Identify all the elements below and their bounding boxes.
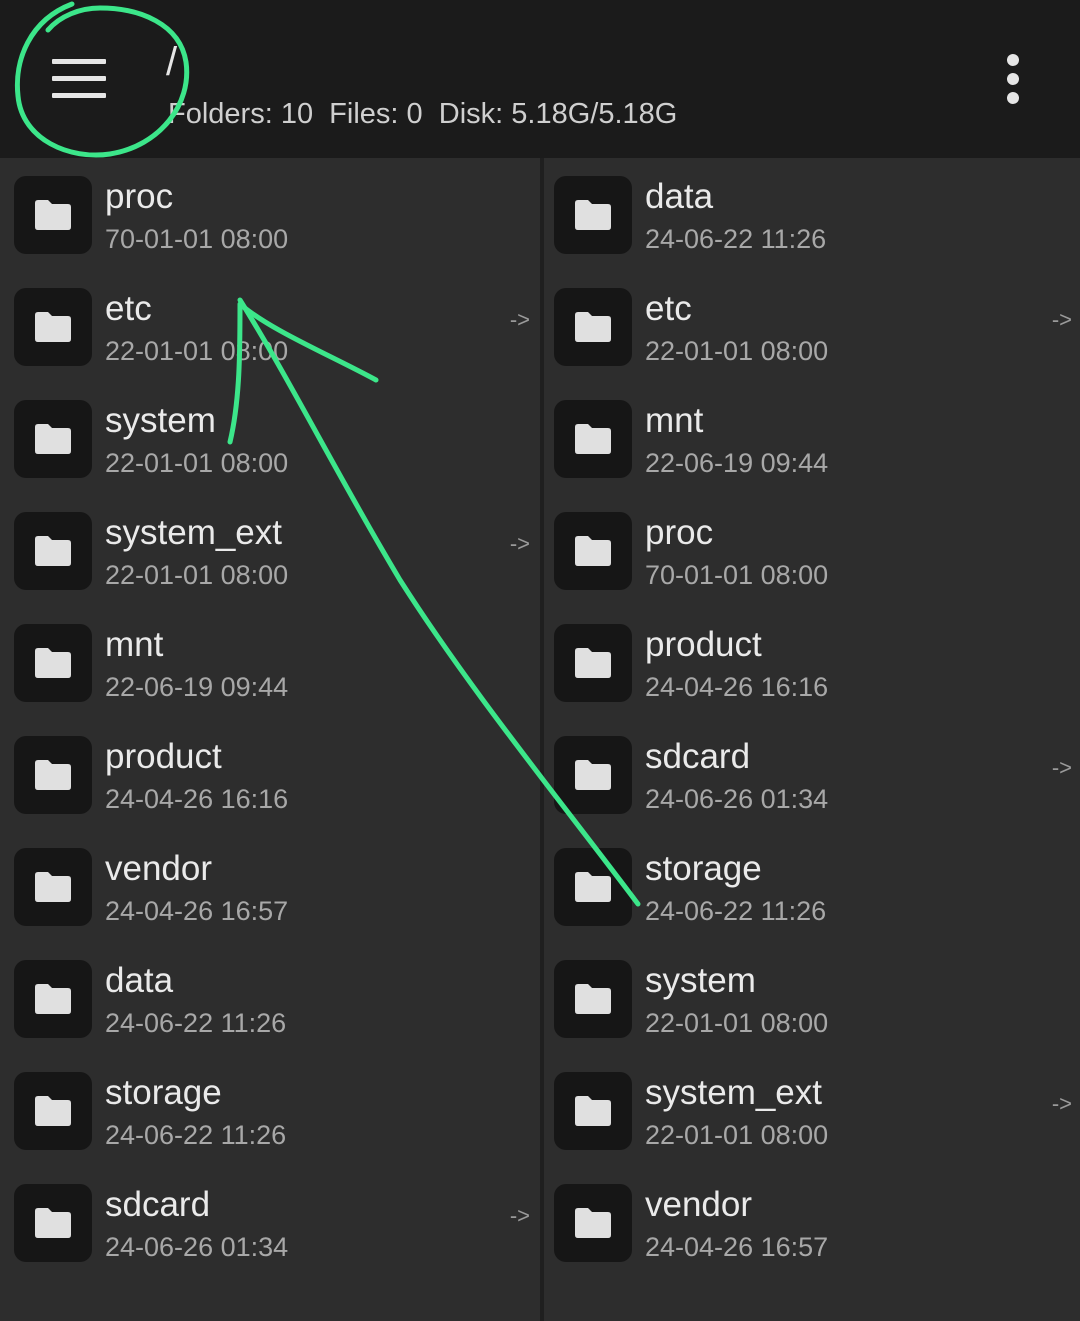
item-date: 24-04-26 16:16 [105,784,289,814]
item-name: system_ext [105,513,282,552]
file-list-item[interactable]: system 22-01-01 08:00 [0,382,540,494]
item-name: system [105,401,216,440]
file-list-item[interactable]: storage 24-06-22 11:26 [0,1054,540,1166]
item-date: 24-06-22 11:26 [105,1008,287,1038]
item-date: 22-01-01 08:00 [645,1120,829,1150]
app-bar: / Folders: 10 Files: 0 Disk: 5.18G/5.18G [0,0,1080,158]
file-list-item[interactable]: etc 22-01-01 08:00 -> [0,270,540,382]
item-name: product [645,625,762,664]
folder-icon [554,512,632,590]
file-list-item[interactable]: system_ext 22-01-01 08:00 -> [544,1054,1080,1166]
folder-icon [554,736,632,814]
item-date: 22-01-01 08:00 [645,336,829,366]
file-list-item[interactable]: proc 70-01-01 08:00 [544,494,1080,606]
folder-icon [14,400,92,478]
folder-icon [554,624,632,702]
item-name: data [105,961,174,1000]
item-date: 24-04-26 16:57 [105,896,289,926]
item-name: system_ext [645,1073,822,1112]
item-name: sdcard [645,737,751,776]
item-date: 24-04-26 16:57 [645,1232,829,1262]
item-name: data [645,177,714,216]
item-name: vendor [645,1185,753,1224]
item-name: vendor [105,849,213,888]
file-list-item[interactable]: data 24-06-22 11:26 [544,158,1080,270]
item-name: etc [645,289,692,328]
hamburger-menu-icon [52,58,106,64]
file-list-item[interactable]: storage 24-06-22 11:26 [544,830,1080,942]
file-list-item[interactable]: sdcard 24-06-26 01:34 -> [0,1166,540,1278]
item-date: 70-01-01 08:00 [105,224,289,254]
symlink-indicator: -> [1051,755,1072,780]
folder-icon [554,400,632,478]
folder-icon [14,736,92,814]
item-date: 24-06-22 11:26 [105,1120,287,1150]
file-list-item[interactable]: product 24-04-26 16:16 [544,606,1080,718]
folder-icon [554,176,632,254]
right-file-pane: data 24-06-22 11:26 etc 22-01-01 08:00 -> mnt… [544,158,1080,1321]
item-name: proc [105,177,174,216]
item-name: storage [105,1073,222,1112]
file-list-item[interactable]: proc 70-01-01 08:00 [0,158,540,270]
symlink-indicator: -> [509,307,530,332]
item-date: 22-06-19 09:44 [105,672,289,702]
folder-icon [554,288,632,366]
folder-icon [14,1184,92,1262]
file-list-item[interactable]: data 24-06-22 11:26 [0,942,540,1054]
item-name: proc [645,513,714,552]
item-date: 22-01-01 08:00 [105,336,289,366]
item-date: 24-06-22 11:26 [645,896,827,926]
more-vertical-icon [1007,54,1019,66]
item-name: mnt [105,625,164,664]
item-date: 22-01-01 08:00 [105,560,289,590]
item-name: product [105,737,222,776]
current-path: / [166,40,178,84]
item-date: 24-06-26 01:34 [645,784,829,814]
folder-icon [14,1072,92,1150]
file-list-item[interactable]: sdcard 24-06-26 01:34 -> [544,718,1080,830]
folder-icon [554,848,632,926]
folder-icon [14,288,92,366]
folder-icon [14,960,92,1038]
left-file-pane: proc 70-01-01 08:00 etc 22-01-01 08:00 -> sys… [0,158,540,1321]
item-date: 22-01-01 08:00 [645,1008,829,1038]
item-name: system [645,961,756,1000]
menu-button[interactable] [30,36,128,120]
file-list-item[interactable]: product 24-04-26 16:16 [0,718,540,830]
file-list-item[interactable]: system 22-01-01 08:00 [544,942,1080,1054]
item-date: 24-06-26 01:34 [105,1232,289,1262]
item-name: etc [105,289,152,328]
file-list-item[interactable]: vendor 24-04-26 16:57 [0,830,540,942]
item-name: storage [645,849,762,888]
item-name: sdcard [105,1185,211,1224]
more-options-button[interactable] [988,50,1038,108]
symlink-indicator: -> [509,531,530,556]
item-date: 24-06-22 11:26 [645,224,827,254]
item-name: mnt [645,401,704,440]
item-date: 70-01-01 08:00 [645,560,829,590]
file-list-item[interactable]: system_ext 22-01-01 08:00 -> [0,494,540,606]
folder-icon [554,960,632,1038]
item-date: 22-06-19 09:44 [645,448,829,478]
folder-stats: Folders: 10 Files: 0 Disk: 5.18G/5.18G [168,98,678,130]
folder-icon [554,1072,632,1150]
folder-icon [14,176,92,254]
file-list-item[interactable]: etc 22-01-01 08:00 -> [544,270,1080,382]
folder-icon [14,512,92,590]
file-list-item[interactable]: mnt 22-06-19 09:44 [544,382,1080,494]
folder-icon [14,624,92,702]
symlink-indicator: -> [1051,307,1072,332]
item-date: 22-01-01 08:00 [105,448,289,478]
item-date: 24-04-26 16:16 [645,672,829,702]
symlink-indicator: -> [509,1203,530,1228]
folder-icon [14,848,92,926]
folder-icon [554,1184,632,1262]
file-list-item[interactable]: vendor 24-04-26 16:57 [544,1166,1080,1278]
symlink-indicator: -> [1051,1091,1072,1116]
file-list-item[interactable]: mnt 22-06-19 09:44 [0,606,540,718]
